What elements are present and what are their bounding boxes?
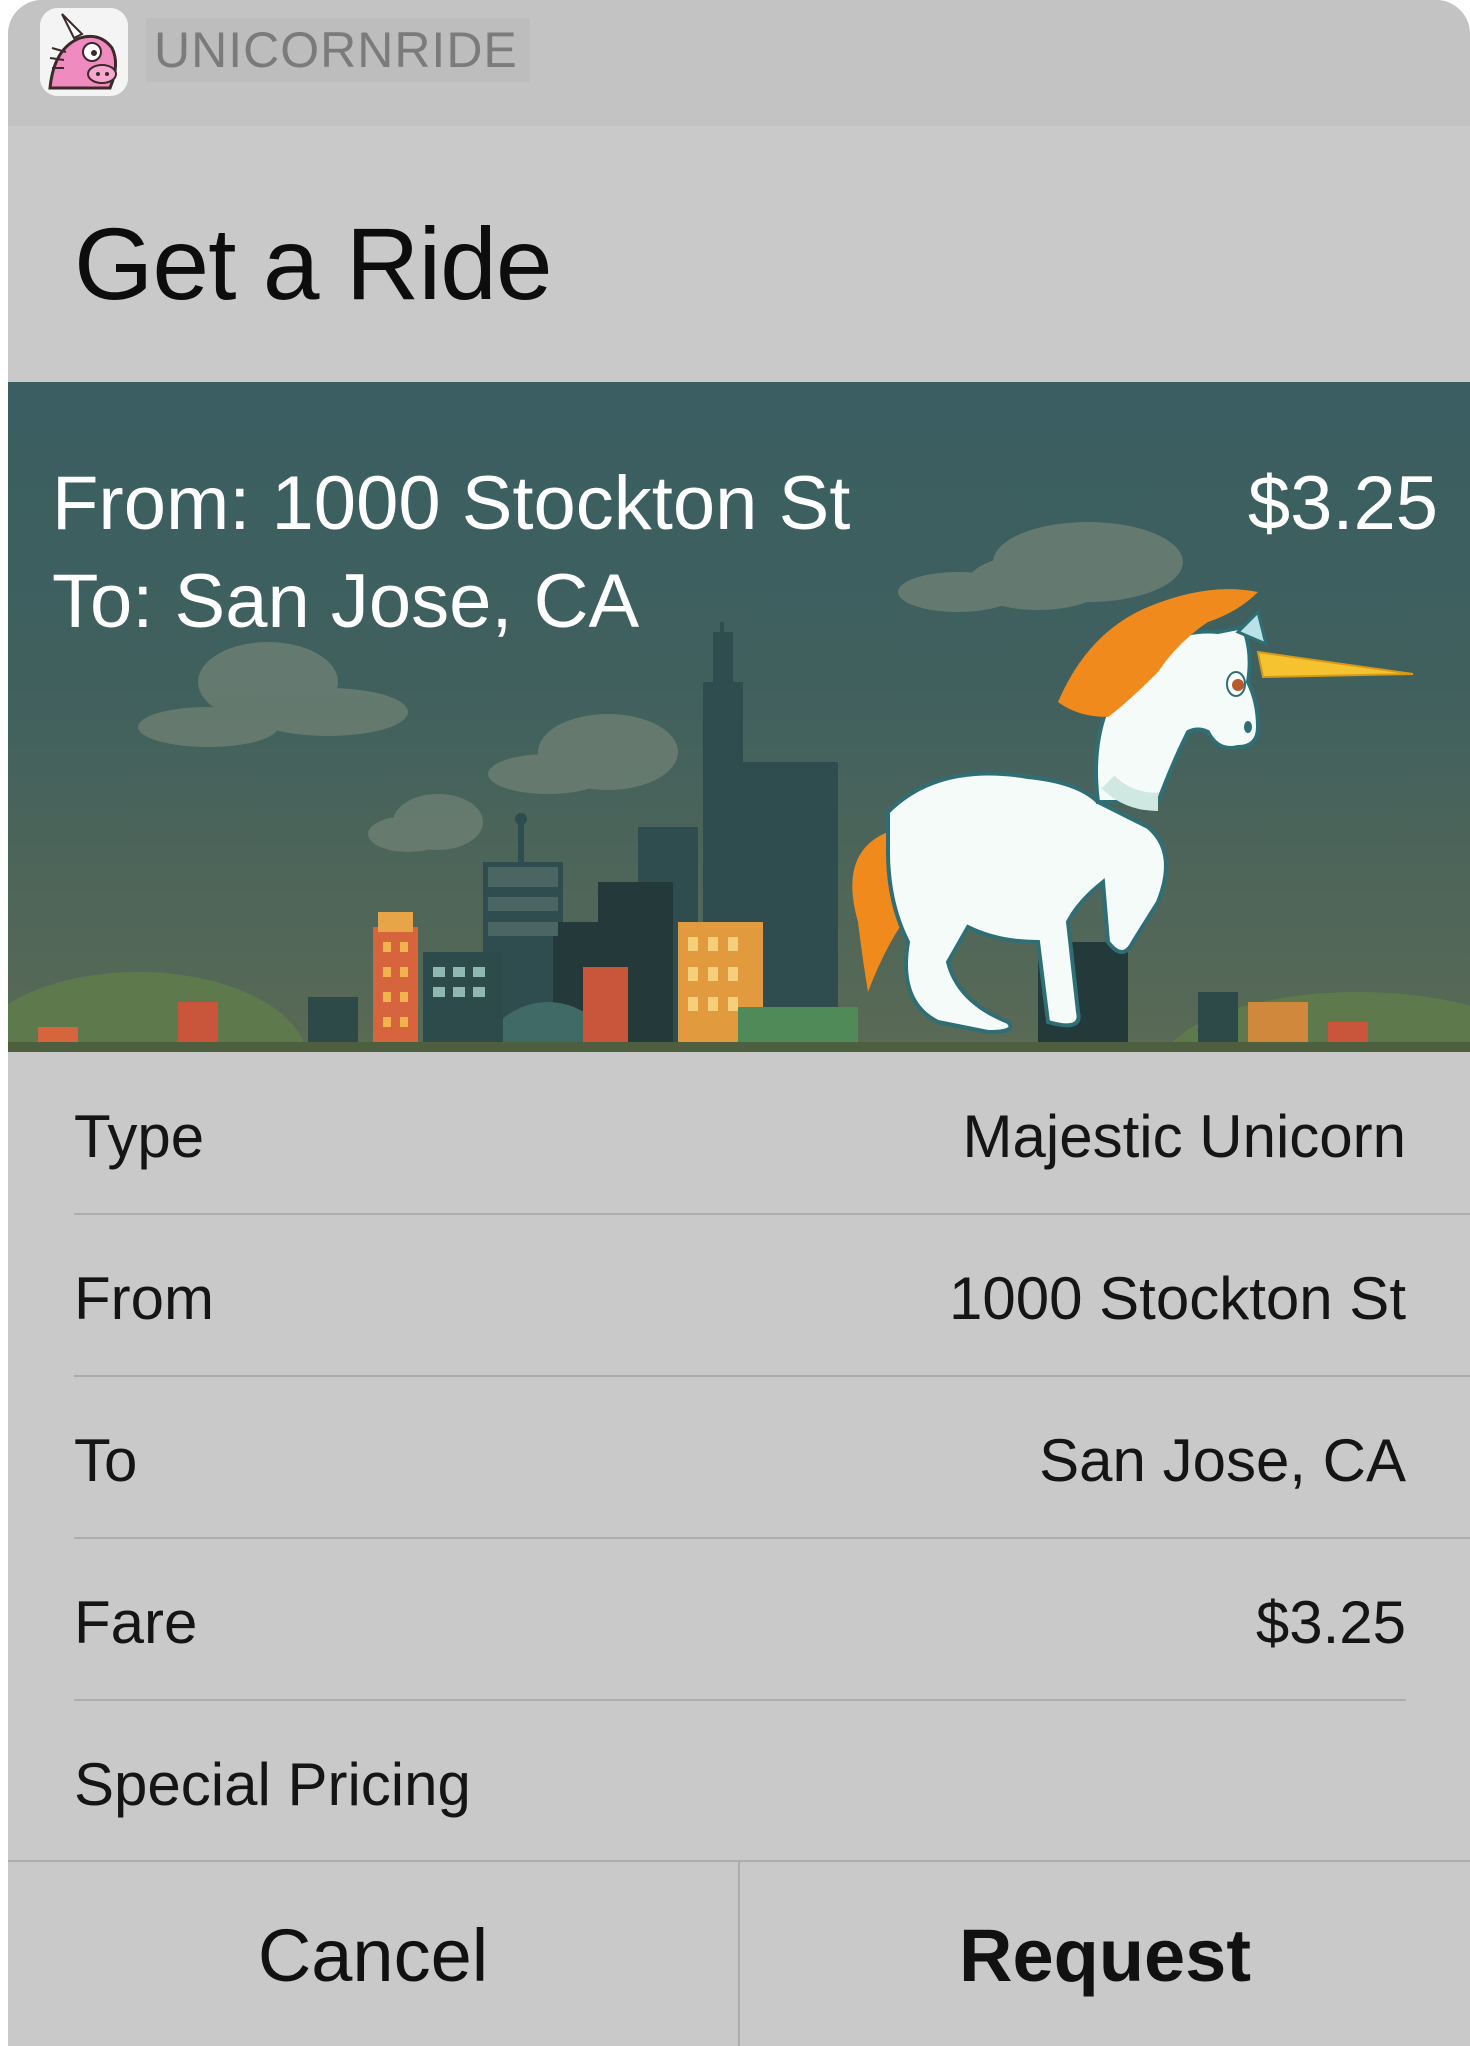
unicorn-app-icon	[40, 8, 128, 96]
route-price-text: $3.25	[1247, 461, 1438, 546]
request-button[interactable]: Request	[740, 1862, 1470, 2046]
page-title: Get a Ride	[74, 207, 553, 321]
detail-value: San Jose, CA	[1039, 1427, 1406, 1494]
detail-value: Majestic Unicorn	[962, 1103, 1406, 1170]
ride-banner: From: 1000 Stockton St To: San Jose, CA …	[8, 382, 1470, 1052]
cancel-button[interactable]: Cancel	[8, 1862, 738, 2046]
app-name: UNICORNRIDE	[146, 18, 530, 82]
detail-row-to: To San Jose, CA	[74, 1376, 1470, 1538]
detail-value: $3.25	[1255, 1589, 1406, 1656]
detail-label: To	[74, 1427, 138, 1494]
route-from-text: From: 1000 Stockton St	[52, 461, 851, 546]
title-block: Get a Ride	[8, 126, 1470, 382]
detail-row-fare: Fare $3.25	[74, 1538, 1470, 1700]
detail-label: Type	[74, 1103, 205, 1170]
detail-label: Special Pricing	[74, 1751, 471, 1818]
detail-label: Fare	[74, 1589, 198, 1656]
detail-value: 1000 Stockton St	[949, 1265, 1406, 1332]
detail-label: From	[74, 1265, 214, 1332]
action-bar: Cancel Request	[8, 1860, 1470, 2046]
route-to-text: To: San Jose, CA	[52, 559, 640, 644]
detail-row-from: From 1000 Stockton St	[74, 1214, 1470, 1376]
detail-row-type: Type Majestic Unicorn	[74, 1052, 1470, 1214]
detail-row-special-pricing: Special Pricing	[74, 1700, 1470, 1862]
ride-details-list: Type Majestic Unicorn From 1000 Stockton…	[8, 1052, 1470, 1860]
ride-request-sheet: UNICORNRIDE Get a Ride From: 1000 Stockt…	[8, 0, 1470, 2046]
app-header: UNICORNRIDE	[8, 0, 1470, 126]
